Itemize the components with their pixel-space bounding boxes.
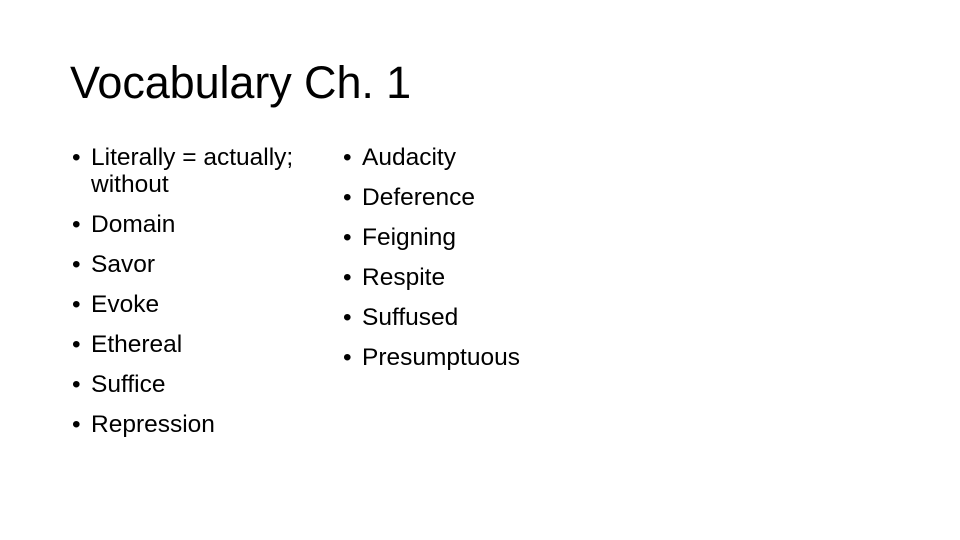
list-item[interactable]: • Repression (70, 411, 320, 438)
page-title: Vocabulary Ch. 1 (70, 57, 412, 108)
list-item-label: Presumptuous (362, 344, 520, 371)
list-item-label: Literally = actually; without (91, 144, 294, 198)
list-item[interactable]: • Savor (70, 251, 320, 278)
list-item-label: Domain (91, 211, 176, 238)
list-item[interactable]: • Evoke (70, 291, 320, 318)
bullet-icon: • (343, 224, 352, 251)
bullet-icon: • (343, 304, 352, 331)
bullet-icon: • (72, 291, 81, 318)
right-column: • Audacity • Deference • Feigning • Resp… (341, 144, 671, 371)
bullet-icon: • (343, 264, 352, 291)
list-item-label: Repression (91, 411, 215, 438)
bullet-icon: • (72, 144, 81, 171)
bullet-icon: • (72, 331, 81, 358)
list-item-label: Respite (362, 264, 446, 291)
list-item-label: Evoke (91, 291, 160, 318)
list-item-label: Audacity (362, 144, 456, 171)
bullet-icon: • (72, 371, 81, 398)
list-item-label: Savor (91, 251, 156, 278)
list-item-label: Suffice (91, 371, 166, 398)
list-item[interactable]: • Respite (341, 264, 671, 291)
bullet-icon: • (343, 184, 352, 211)
list-item[interactable]: • Suffused (341, 304, 671, 331)
list-item-label: Ethereal (91, 331, 183, 358)
left-column: • Literally = actually; without • Domain… (70, 144, 320, 438)
list-item[interactable]: • Domain (70, 211, 320, 238)
list-item[interactable]: • Audacity (341, 144, 671, 171)
bullet-icon: • (343, 344, 352, 371)
list-item[interactable]: • Suffice (70, 371, 320, 398)
list-item-label: Suffused (362, 304, 459, 331)
list-item-label: Deference (362, 184, 476, 211)
list-item[interactable]: • Ethereal (70, 331, 320, 358)
list-item[interactable]: • Literally = actually; without (70, 144, 320, 198)
list-item[interactable]: • Feigning (341, 224, 671, 251)
bullet-icon: • (72, 251, 81, 278)
bullet-icon: • (72, 411, 81, 438)
right-column-list: • Audacity • Deference • Feigning • Resp… (341, 144, 671, 371)
list-item[interactable]: • Deference (341, 184, 671, 211)
slide: Vocabulary Ch. 1 • Literally = actually;… (0, 0, 960, 540)
list-item[interactable]: • Presumptuous (341, 344, 671, 371)
bullet-icon: • (343, 144, 352, 171)
list-item-label: Feigning (362, 224, 456, 251)
left-column-list: • Literally = actually; without • Domain… (70, 144, 320, 438)
bullet-icon: • (72, 211, 81, 238)
